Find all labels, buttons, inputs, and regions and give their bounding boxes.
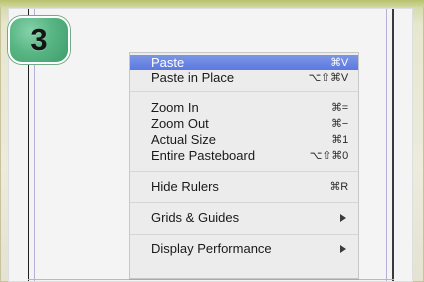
top-edge [0,0,424,7]
menu-item-hide-rulers[interactable]: Hide Rulers ⌘R [130,179,358,194]
menu-item-shortcut: ⌥⇧⌘0 [309,149,348,162]
menu-item-zoom-in[interactable]: Zoom In ⌘= [130,100,358,115]
menu-item-label: Zoom In [151,99,199,115]
menu-item-label: Hide Rulers [151,178,219,194]
menu-item-display-performance[interactable]: Display Performance [130,241,358,256]
menu-item-shortcut: ⌥⇧⌘V [308,71,349,84]
menu-divider [130,171,358,172]
menu-item-shortcut: ⌘= [330,101,348,114]
menu-item-zoom-out[interactable]: Zoom Out ⌘− [130,116,358,131]
context-menu: Paste ⌘V Paste in Place ⌥⇧⌘V Zoom In ⌘= … [129,52,359,279]
menu-divider [130,202,358,203]
menu-item-shortcut: ⌘V [330,56,348,69]
menu-item-shortcut: ⌘1 [331,133,348,146]
submenu-arrow-icon [340,213,346,222]
menu-item-label: Actual Size [151,131,217,147]
menu-item-label: Entire Pasteboard [151,147,256,163]
menu-item-label: Paste [151,54,185,70]
menu-item-label: Paste in Place [151,69,235,85]
menu-divider [130,91,358,92]
menu-item-label: Display Performance [151,240,272,256]
menu-item-shortcut: ⌘− [330,117,348,130]
menu-item-actual-size[interactable]: Actual Size ⌘1 [130,132,358,147]
step-number: 3 [30,22,48,57]
step-number-badge: 3 [8,16,70,64]
menu-item-label: Grids & Guides [151,209,240,225]
page-bottom-guide [28,279,394,280]
screenshot-stage: 3 Paste ⌘V Paste in Place ⌥⇧⌘V Zoom In ⌘… [0,0,424,282]
menu-item-entire-pasteboard[interactable]: Entire Pasteboard ⌥⇧⌘0 [130,148,358,163]
page-edge-right [392,9,394,281]
menu-divider [130,234,358,235]
menu-item-label: Zoom Out [151,115,209,131]
menu-item-shortcut: ⌘R [329,180,348,193]
margin-guide-right [386,9,387,281]
menu-item-paste-in-place[interactable]: Paste in Place ⌥⇧⌘V [130,70,358,85]
menu-item-paste[interactable]: Paste ⌘V [130,55,358,70]
submenu-arrow-icon [340,244,346,253]
menu-item-grids-guides[interactable]: Grids & Guides [130,210,358,225]
